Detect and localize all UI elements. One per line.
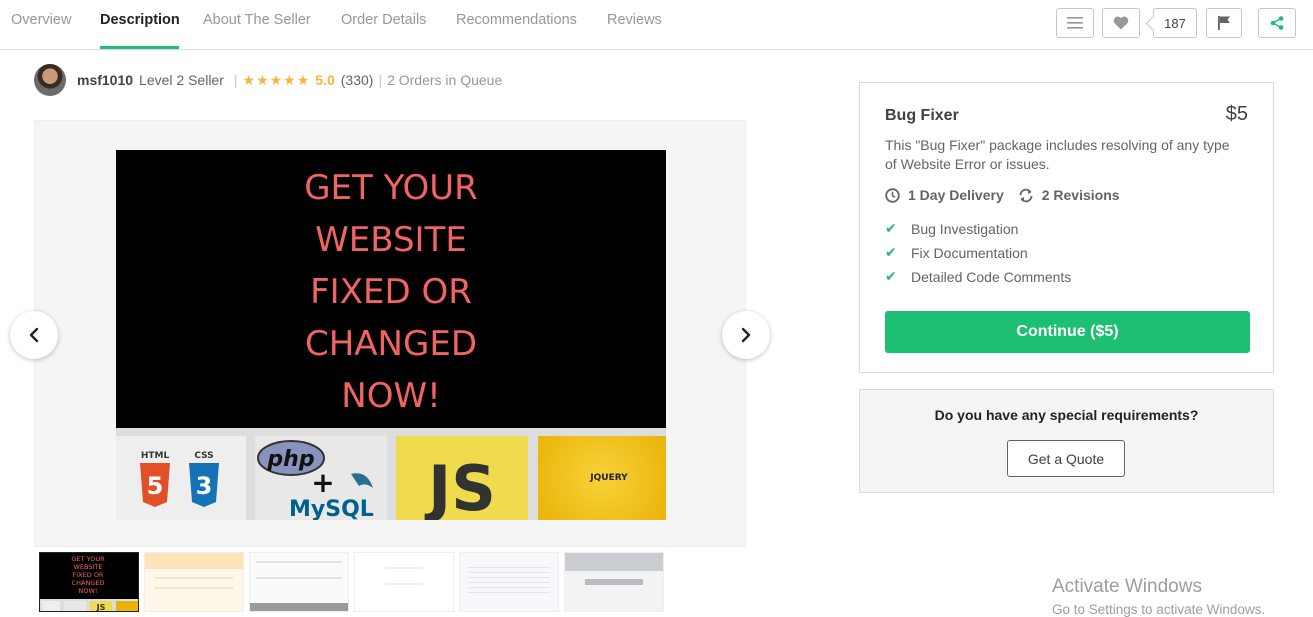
svg-text:MySQL: MySQL — [289, 497, 374, 520]
package-card: Bug Fixer $5 This "Bug Fixer" package in… — [859, 82, 1274, 373]
jquery-logo: JQUERY — [589, 473, 628, 483]
thumbnail-image: GET YOUR WEBSITE FIXED OR CHANGED NOW! J… — [40, 555, 138, 612]
flag-icon — [1217, 16, 1230, 30]
gallery-prev-button[interactable] — [10, 311, 58, 359]
heart-icon — [1113, 16, 1129, 30]
tab-description[interactable]: Description — [100, 12, 180, 50]
revisions-count: 2 Revisions — [1041, 187, 1120, 203]
revisions-icon — [1018, 188, 1034, 203]
active-tab-indicator — [100, 46, 179, 49]
php-mysql-logo-tile: php + MySQL — [255, 436, 387, 522]
package-meta: 1 Day Delivery 2 Revisions — [885, 187, 1120, 203]
svg-text:WEBSITE: WEBSITE — [74, 563, 103, 571]
gallery-thumbnail-2[interactable] — [144, 552, 244, 612]
svg-text:NOW!: NOW! — [78, 587, 97, 595]
divider: | — [378, 72, 383, 88]
orders-in-queue: 2 Orders in Queue — [387, 72, 503, 88]
rating-stars: ★★★★★ — [242, 71, 311, 88]
svg-text:JS: JS — [424, 452, 496, 520]
slide-headline: GET YOUR WEBSITE FIXED OR CHANGED NOW! — [304, 168, 478, 416]
hamburger-icon — [1067, 17, 1083, 29]
svg-text:JS: JS — [96, 603, 106, 612]
package-description: This "Bug Fixer" package includes resolv… — [885, 137, 1230, 172]
php-mysql-logo: php + MySQL — [257, 440, 374, 522]
html-css-logo-tile: HTML CSS 5 3 — [116, 436, 246, 520]
thumbnail-image — [468, 563, 550, 593]
save-favorite-button[interactable] — [1102, 8, 1140, 38]
svg-text:5: 5 — [147, 472, 164, 500]
tab-reviews[interactable]: Reviews — [607, 12, 662, 50]
svg-text:GET YOUR: GET YOUR — [71, 555, 105, 563]
gallery-thumbnail-4[interactable] — [354, 552, 454, 612]
custom-quote-box: Do you have any special requirements? Ge… — [859, 389, 1274, 493]
rating-score: 5.0 — [315, 72, 335, 88]
menu-button[interactable] — [1056, 8, 1094, 38]
gallery-thumbnail-3[interactable] — [249, 552, 349, 612]
favorites-count: 187 — [1153, 8, 1197, 38]
html5-css3-logo: HTML CSS 5 3 — [140, 451, 219, 507]
review-count[interactable]: (330) — [341, 72, 374, 88]
thumbnail-image — [145, 553, 243, 569]
svg-text:JQUERY: JQUERY — [589, 473, 628, 483]
feature-item: ✔ Bug Investigation — [885, 220, 1019, 237]
svg-text:FIXED OR: FIXED OR — [73, 571, 104, 579]
delivery-time: 1 Day Delivery — [908, 187, 1004, 203]
gallery-thumbnail-5[interactable] — [459, 552, 559, 612]
check-icon: ✔ — [885, 244, 897, 260]
svg-text:php: php — [266, 447, 314, 472]
seller-overview: msf1010 Level 2 Seller | ★★★★★ 5.0 (330)… — [34, 64, 502, 96]
report-button[interactable] — [1206, 8, 1242, 38]
package-price: $5 — [1225, 103, 1248, 125]
special-requirements-prompt: Do you have any special requirements? — [934, 407, 1199, 423]
tab-about-the-seller[interactable]: About The Seller — [203, 12, 311, 50]
thumbnail-image — [385, 567, 423, 569]
gallery-thumbnail-6[interactable] — [564, 552, 664, 612]
svg-text:CHANGED: CHANGED — [72, 579, 105, 587]
share-button[interactable] — [1258, 8, 1296, 38]
seller-username[interactable]: msf1010 — [77, 72, 133, 88]
chevron-right-icon — [741, 327, 751, 343]
gig-nav-bar: Overview Description About The Seller Or… — [0, 0, 1313, 50]
continue-button[interactable]: Continue ($5) — [885, 311, 1250, 353]
activate-windows-watermark: Activate Windows Go to Settings to activ… — [1052, 576, 1266, 617]
thumbnail-image — [256, 561, 342, 563]
check-icon: ✔ — [885, 268, 897, 284]
chevron-left-icon — [29, 327, 39, 343]
gallery-thumbnail-1[interactable]: GET YOUR WEBSITE FIXED OR CHANGED NOW! J… — [39, 552, 139, 612]
svg-text:HTML: HTML — [141, 451, 170, 461]
avatar[interactable] — [34, 64, 66, 96]
tab-recommendations[interactable]: Recommendations — [456, 12, 577, 50]
javascript-logo: JS — [424, 452, 496, 525]
feature-item: ✔ Detailed Code Comments — [885, 268, 1072, 285]
clock-icon — [885, 187, 900, 203]
svg-text:3: 3 — [196, 472, 213, 500]
thumbnail-image — [565, 553, 663, 571]
gallery-next-button[interactable] — [722, 311, 770, 359]
seller-level: Level 2 Seller — [139, 72, 224, 88]
tab-overview[interactable]: Overview — [11, 12, 71, 50]
feature-item: ✔ Fix Documentation — [885, 244, 1028, 261]
jquery-logo-tile: JQUERY — [538, 436, 666, 520]
package-name: Bug Fixer — [885, 107, 959, 124]
javascript-logo-tile: JS — [396, 436, 528, 525]
tab-order-details[interactable]: Order Details — [341, 12, 426, 50]
check-icon: ✔ — [885, 220, 897, 236]
svg-text:+: + — [311, 466, 334, 499]
svg-text:CSS: CSS — [194, 451, 213, 461]
get-a-quote-button[interactable]: Get a Quote — [1007, 440, 1125, 477]
share-icon — [1270, 16, 1284, 30]
divider: | — [233, 72, 238, 88]
